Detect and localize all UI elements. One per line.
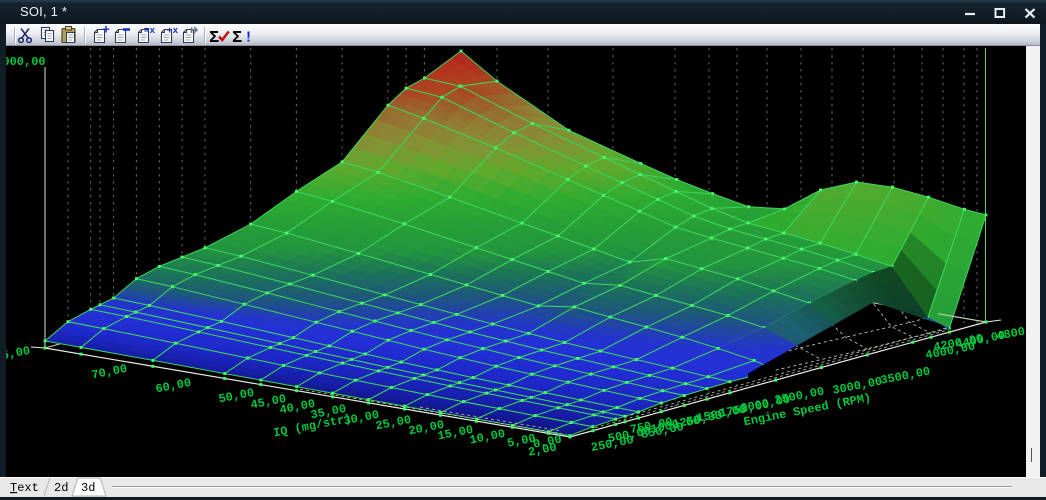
svg-text:2d: 2d bbox=[54, 481, 68, 495]
svg-text:Σ: Σ bbox=[232, 29, 242, 46]
svg-text:+x: +x bbox=[167, 25, 179, 36]
svg-text:000,00: 000,00 bbox=[6, 55, 46, 69]
svg-text:!: ! bbox=[244, 30, 253, 47]
svg-text:Text: Text bbox=[10, 481, 39, 495]
svg-text:Σ: Σ bbox=[209, 29, 219, 46]
svg-text:=x: =x bbox=[144, 25, 156, 36]
svg-text:+: + bbox=[102, 23, 110, 38]
svg-text:3d: 3d bbox=[81, 481, 95, 495]
